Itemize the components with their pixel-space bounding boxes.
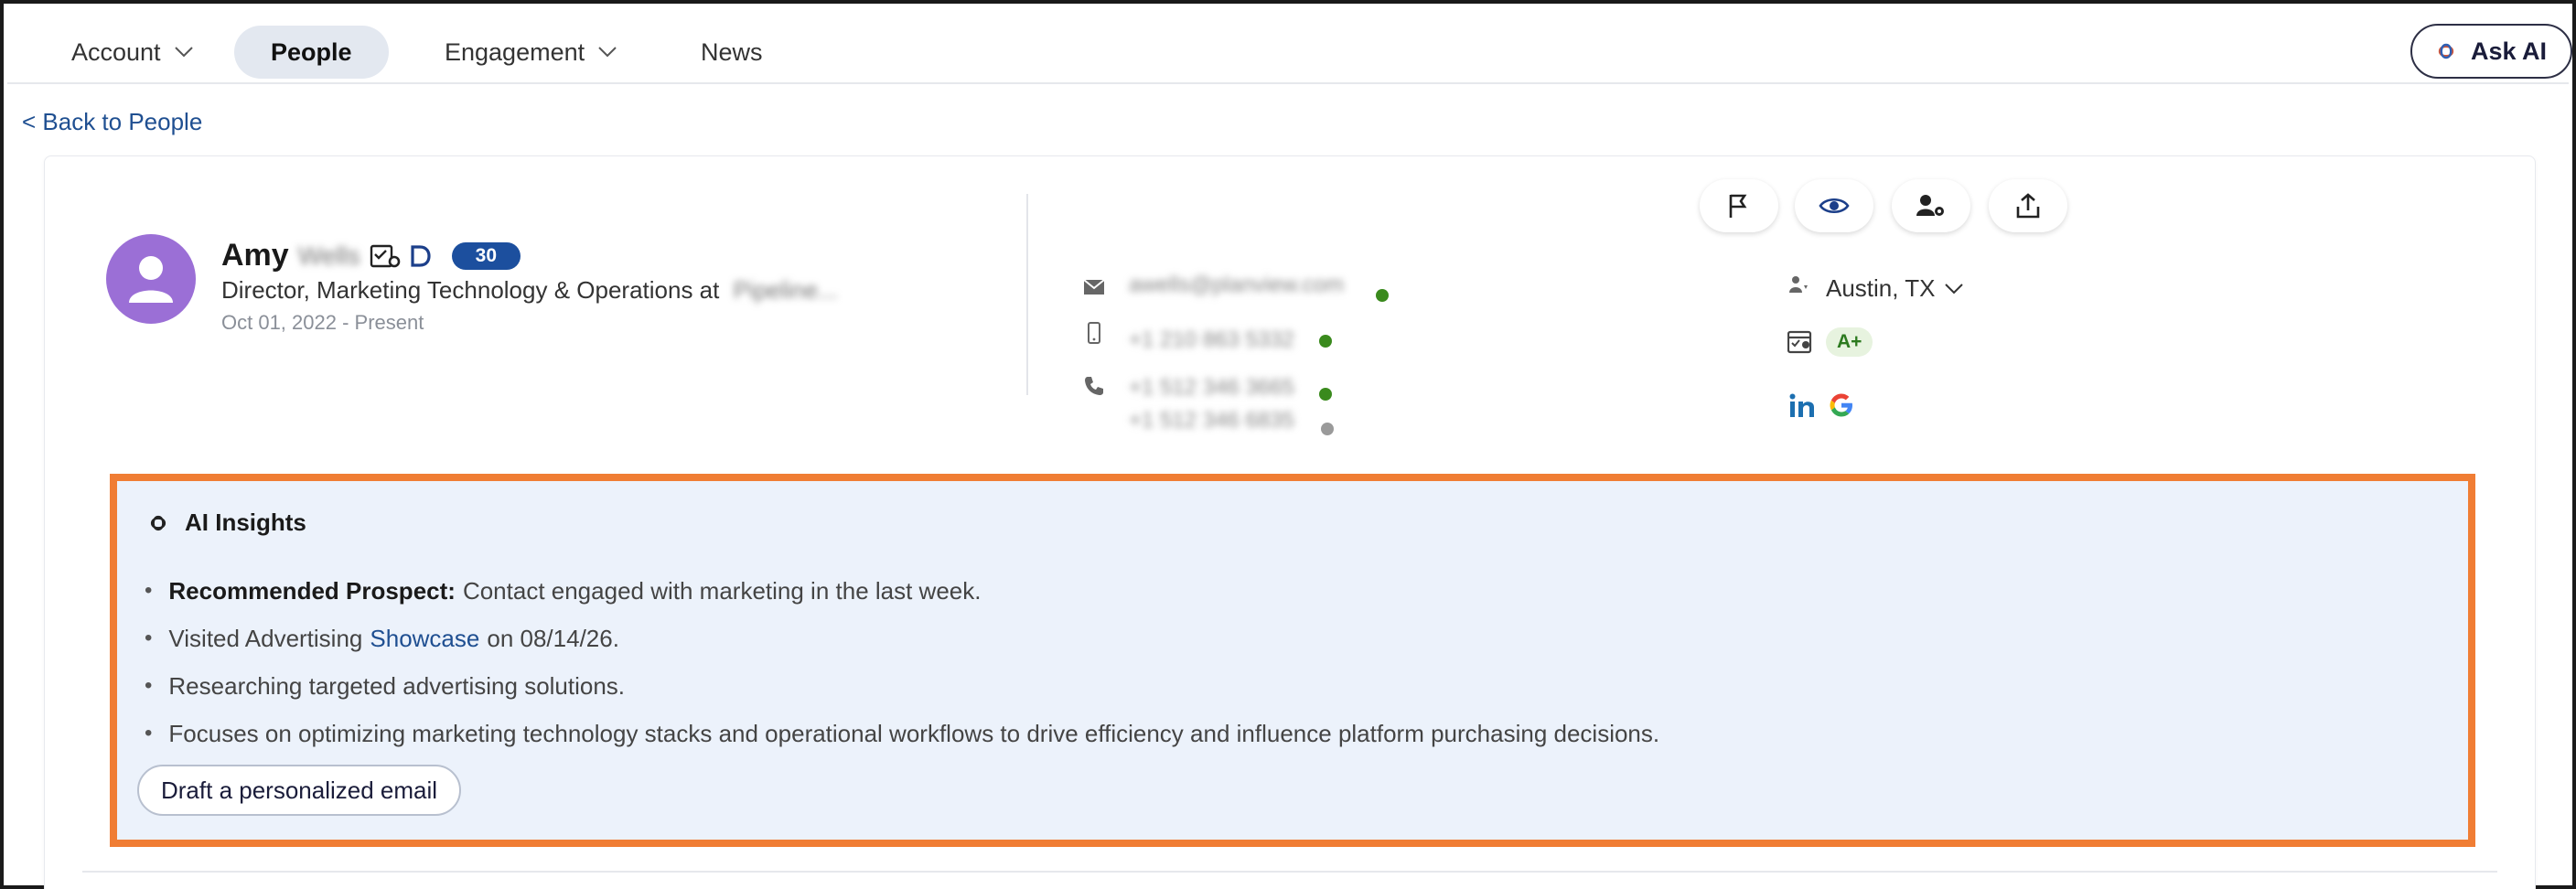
insight-text-post: on 08/14/26. <box>487 624 619 652</box>
status-dot <box>1319 335 1332 348</box>
job-title: Director, Marketing Technology & Operati… <box>221 276 838 305</box>
draft-email-button[interactable]: Draft a personalized email <box>137 765 462 816</box>
flag-button[interactable] <box>1700 179 1778 232</box>
insight-text: Researching targeted advertising solutio… <box>168 671 626 700</box>
contact-last-name-redacted: Wells <box>297 241 360 270</box>
user-icon <box>129 256 173 303</box>
mobile-redacted[interactable]: +1 210 863 5332 <box>1129 327 1294 353</box>
company-name-redacted: Pipeline... <box>733 276 838 304</box>
nav-news[interactable]: News <box>664 26 800 79</box>
mail-icon <box>1083 279 1105 295</box>
phone-icon <box>1085 377 1103 395</box>
nav-people[interactable]: People <box>234 26 389 79</box>
ai-insights-title: AI Insights <box>185 509 306 536</box>
nav-engagement[interactable]: Engagement <box>408 26 654 79</box>
grade-badge: A+ <box>1826 327 1873 357</box>
phone-redacted-1[interactable]: +1 512 346 3665 <box>1129 375 1294 401</box>
linkedin-icon[interactable] <box>1789 393 1817 419</box>
list-item: Visited Advertising Showcase on 08/14/26… <box>145 615 1659 662</box>
status-dot <box>1319 388 1332 401</box>
ask-ai-label: Ask AI <box>2470 37 2547 65</box>
list-item: Researching targeted advertising solutio… <box>145 662 1659 710</box>
google-icon[interactable] <box>1828 391 1855 419</box>
share-icon <box>2016 193 2040 219</box>
avatar <box>106 234 196 324</box>
divider <box>82 871 2497 873</box>
phone-redacted-2[interactable]: +1 512 346 6835 <box>1129 408 1294 434</box>
chevron-down-icon <box>174 47 193 58</box>
insight-text: Focuses on optimizing marketing technolo… <box>168 719 1660 747</box>
location-text: Austin, TX <box>1826 274 1936 302</box>
contact-first-name: Amy <box>221 238 289 273</box>
ask-ai-button[interactable]: Ask AI <box>2410 24 2572 79</box>
ai-sparkle-icon <box>150 515 166 530</box>
user-settings-button[interactable] <box>1892 179 1970 232</box>
d-badge-icon <box>411 244 431 267</box>
ai-insights-list: Recommended Prospect: Contact engaged wi… <box>145 567 1659 757</box>
insight-bold-label: Recommended Prospect: <box>168 576 456 605</box>
nav-account-label: Account <box>71 37 161 66</box>
insight-text-pre: Visited Advertising <box>168 624 363 652</box>
nav-news-label: News <box>701 37 763 66</box>
status-dot <box>1376 289 1389 302</box>
top-nav: Account People Engagement News Ask AI <box>7 7 2572 84</box>
user-settings-icon <box>1916 195 1944 216</box>
showcase-link[interactable]: Showcase <box>370 625 479 653</box>
name-row: Amy Wells 30 <box>221 238 521 273</box>
share-button[interactable] <box>1989 179 2067 232</box>
nav-engagement-label: Engagement <box>445 37 585 66</box>
chevron-down-icon <box>1945 283 1964 294</box>
chevron-down-icon <box>598 47 617 58</box>
divider <box>1026 194 1028 395</box>
list-item: Focuses on optimizing marketing technolo… <box>145 710 1659 757</box>
location-dropdown[interactable]: Austin, TX <box>1826 274 1964 303</box>
mobile-icon <box>1088 322 1100 344</box>
ai-insights-header: AI Insights <box>145 509 306 537</box>
insight-text: Contact engaged with marketing in the la… <box>462 576 982 605</box>
calendar-gear-icon <box>370 244 400 267</box>
app-frame: Account People Engagement News Ask AI < … <box>0 0 2576 889</box>
ai-insights-panel: AI Insights Recommended Prospect: Contac… <box>110 474 2475 847</box>
email-redacted[interactable]: awells@planview.com <box>1129 273 1344 298</box>
nav-account[interactable]: Account <box>35 26 231 79</box>
score-badge: 30 <box>451 241 521 270</box>
eye-icon <box>1819 198 1850 214</box>
status-dot <box>1321 423 1334 435</box>
flag-icon <box>1729 194 1747 218</box>
date-range: Oct 01, 2022 - Present <box>221 311 424 334</box>
watch-button[interactable] <box>1795 179 1873 232</box>
ai-sparkle-icon <box>2438 43 2454 59</box>
location-person-icon <box>1789 276 1808 293</box>
back-to-people-link[interactable]: < Back to People <box>22 108 202 136</box>
job-title-text: Director, Marketing Technology & Operati… <box>221 276 720 304</box>
calendar-user-icon <box>1787 330 1812 354</box>
list-item: Recommended Prospect: Contact engaged wi… <box>145 567 1659 615</box>
nav-people-label: People <box>271 37 352 66</box>
